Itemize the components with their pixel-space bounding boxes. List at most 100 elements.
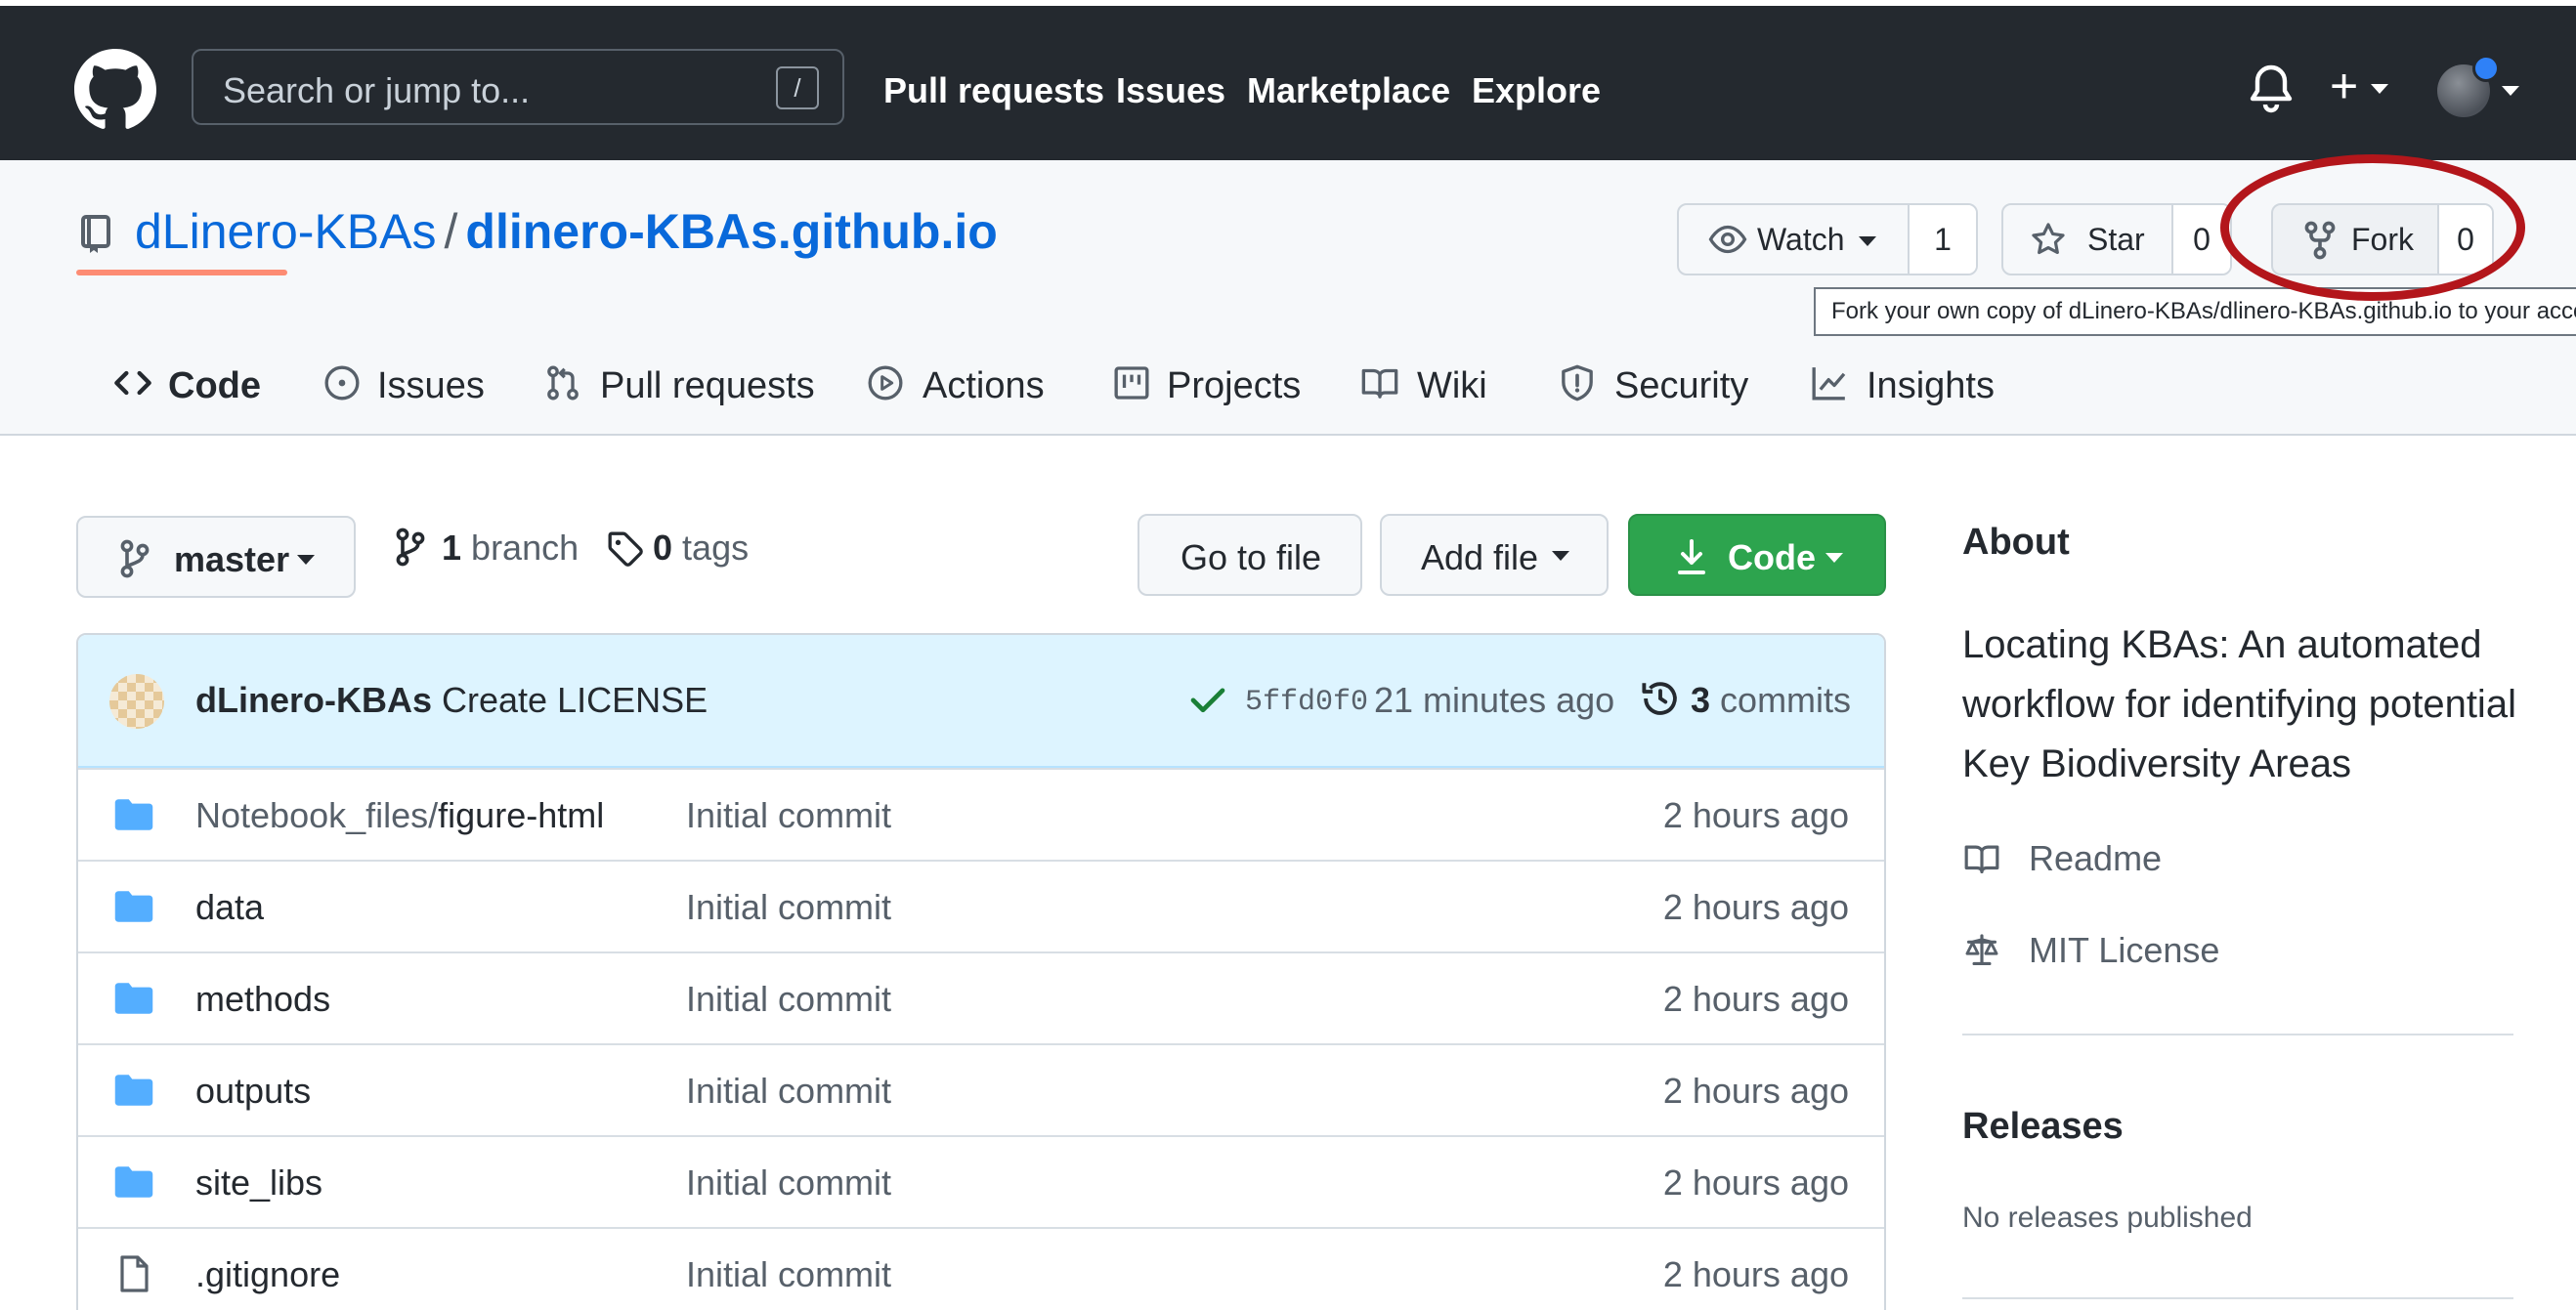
download-icon [1678,539,1705,574]
file-commit-time: 2 hours ago [1662,795,1849,835]
plus-icon: + [2330,59,2359,113]
nav-issues[interactable]: Issues [1116,70,1225,111]
file-row: methods Initial commit 2 hours ago [78,951,1884,1043]
star-button[interactable]: Star [2003,205,2171,274]
tab-security-label: Security [1614,365,1749,406]
about-heading: About [1962,522,2070,563]
tag-icon [608,531,643,567]
branch-count: 1 [442,528,462,568]
file-commit-time: 2 hours ago [1662,1254,1849,1294]
file-row: outputs Initial commit 2 hours ago [78,1043,1884,1135]
folder-icon [114,799,153,830]
nav-explore[interactable]: Explore [1472,70,1601,111]
file-commit-message[interactable]: Initial commit [686,795,891,836]
folder-icon [114,983,153,1014]
nav-marketplace[interactable]: Marketplace [1247,70,1450,111]
nav-pull-requests[interactable]: Pull requests [883,70,1104,111]
file-row: data Initial commit 2 hours ago [78,860,1884,951]
file-commit-message[interactable]: Initial commit [686,887,891,928]
star-label: Star [2087,222,2145,257]
file-commit-message[interactable]: Initial commit [686,1162,891,1204]
go-to-file-button[interactable]: Go to file [1138,514,1362,596]
file-commit-message[interactable]: Initial commit [686,979,891,1020]
slash-shortcut-key: / [776,66,819,109]
file-commit-message[interactable]: Initial commit [686,1254,891,1295]
fork-button-group: Fork 0 [2271,203,2494,275]
graph-icon [1812,367,1846,401]
code-button-label: Code [1728,537,1816,577]
notifications-bell-icon[interactable] [2248,63,2295,115]
divider [1962,1034,2513,1035]
commit-sha-link[interactable]: 5ffd0f0 [1245,686,1368,719]
chevron-down-icon[interactable] [2502,86,2519,96]
file-commit-time: 2 hours ago [1662,1071,1849,1111]
commit-time[interactable]: 21 minutes ago [1374,680,1614,721]
star-count[interactable]: 0 [2173,205,2230,274]
git-branch-icon [396,528,425,567]
watch-button-group: Watch 1 [1677,203,1978,275]
fork-label: Fork [2351,222,2414,257]
add-file-button[interactable]: Add file [1380,514,1609,596]
commits-link[interactable]: 3 commits [1691,680,1851,721]
repo-icon [81,215,110,253]
chevron-down-icon [2371,84,2388,94]
file-commit-time: 2 hours ago [1662,979,1849,1019]
repo-forked-icon [2304,221,2336,260]
book-icon [1964,845,1999,874]
license-label: MIT License [2029,930,2220,970]
file-name-link[interactable]: data [195,887,264,928]
branch-select-button[interactable]: master [76,516,356,598]
active-tab-underline [76,270,287,275]
tab-pull-requests-label: Pull requests [600,365,815,406]
book-icon [1361,368,1398,399]
commit-message-link[interactable]: Create LICENSE [442,680,708,720]
chevron-down-icon [297,555,315,565]
file-name-link[interactable]: Notebook_files/figure-html [195,795,604,836]
chevron-down-icon [1825,553,1843,563]
file-row: .gitignore Initial commit 2 hours ago [78,1227,1884,1310]
search-input[interactable]: Search or jump to... / [192,49,844,125]
file-commit-message[interactable]: Initial commit [686,1071,891,1112]
file-name-link[interactable]: outputs [195,1071,311,1112]
file-name-link[interactable]: methods [195,979,330,1020]
code-download-button[interactable]: Code [1628,514,1886,596]
file-name-link[interactable]: site_libs [195,1162,322,1204]
watch-label: Watch [1757,222,1845,257]
latest-commit-summary: dLinero-KBAs Create LICENSE [195,680,708,721]
github-logo-icon[interactable] [74,49,156,131]
eye-icon [1708,225,1747,254]
shield-icon [1562,364,1593,401]
tag-label: tags [682,528,750,568]
readme-label: Readme [2029,838,2163,878]
star-button-group: Star 0 [2001,203,2232,275]
releases-heading[interactable]: Releases [1962,1106,2124,1148]
folder-icon [114,1075,153,1106]
file-name-link[interactable]: .gitignore [195,1254,340,1295]
tab-actions-label: Actions [923,365,1045,406]
file-commit-time: 2 hours ago [1662,1162,1849,1203]
file-icon [120,1255,149,1292]
code-icon [114,370,151,396]
file-name-prefix: Notebook_files/ [195,795,439,835]
watch-button[interactable]: Watch [1679,205,1908,274]
create-new-dropdown[interactable]: + [2330,61,2398,111]
fork-count[interactable]: 0 [2439,205,2492,274]
file-commit-time: 2 hours ago [1662,887,1849,927]
watch-count[interactable]: 1 [1910,205,1976,274]
file-browser: dLinero-KBAs Create LICENSE 5ffd0f0 21 m… [76,633,1886,1310]
commit-author-avatar[interactable] [109,674,164,729]
tab-wiki-label: Wiki [1417,365,1487,406]
check-icon[interactable] [1188,680,1227,719]
branch-name: master [174,539,290,579]
file-name: figure-html [438,795,605,835]
repo-name-link[interactable]: dlinero-KBAs.github.io [465,204,997,259]
search-placeholder: Search or jump to... [223,70,531,110]
issue-opened-icon [324,365,360,401]
tab-insights-label: Insights [1867,365,1995,406]
divider [1962,1297,2513,1299]
repo-owner-link[interactable]: dLinero-KBAs [135,204,437,259]
file-row: Notebook_files/figure-html Initial commi… [78,768,1884,860]
repo-path-separator: / [444,204,458,259]
commit-author-link[interactable]: dLinero-KBAs [195,680,432,720]
fork-button[interactable]: Fork [2273,205,2437,274]
